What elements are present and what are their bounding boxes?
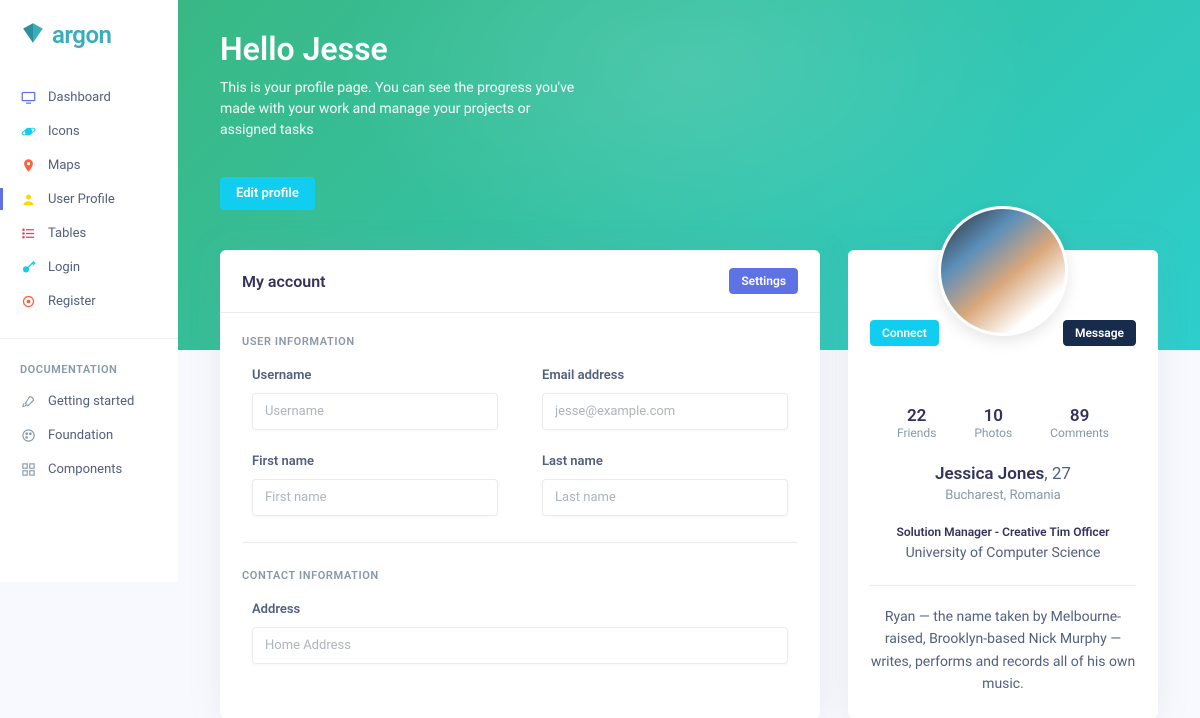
last-name-label: Last name xyxy=(542,454,788,469)
section-divider xyxy=(242,542,798,543)
stat-photos: 10 Photos xyxy=(974,406,1012,440)
sidebar-item-dashboard[interactable]: Dashboard xyxy=(0,80,178,114)
edit-profile-button[interactable]: Edit profile xyxy=(220,177,315,210)
stat-photos-label: Photos xyxy=(974,426,1012,440)
stat-friends: 22 Friends xyxy=(897,406,936,440)
nav-label: Register xyxy=(48,294,96,309)
planet-icon xyxy=(20,123,36,139)
user-info-heading: USER INFORMATION xyxy=(242,335,798,348)
last-name-input[interactable] xyxy=(542,479,788,516)
brand-logo[interactable]: argon xyxy=(0,20,178,80)
account-card-title: My account xyxy=(242,272,326,291)
profile-bio: Ryan — the name taken by Melbourne-raise… xyxy=(870,606,1136,696)
profile-location: Bucharest, Romania xyxy=(870,488,1136,503)
nav-label: Foundation xyxy=(48,428,113,443)
pin-icon xyxy=(20,157,36,173)
profile-name-text: Jessica Jones xyxy=(935,464,1044,484)
contact-info-heading: CONTACT INFORMATION xyxy=(242,569,798,582)
circle-icon xyxy=(20,293,36,309)
first-name-label: First name xyxy=(252,454,498,469)
profile-divider xyxy=(870,585,1136,586)
brand-name: argon xyxy=(52,21,111,49)
email-input[interactable] xyxy=(542,393,788,430)
nav-label: User Profile xyxy=(48,192,115,207)
user-icon xyxy=(20,191,36,207)
sidebar: argon Dashboard Icons Maps User Profile … xyxy=(0,0,178,582)
sidebar-item-maps[interactable]: Maps xyxy=(0,148,178,182)
rocket-icon xyxy=(20,393,36,409)
sidebar-item-register[interactable]: Register xyxy=(0,284,178,318)
key-icon xyxy=(20,259,36,275)
stat-friends-value: 22 xyxy=(897,406,936,426)
sidebar-item-icons[interactable]: Icons xyxy=(0,114,178,148)
account-card-header: My account Settings xyxy=(220,250,820,313)
connect-button[interactable]: Connect xyxy=(870,320,939,346)
sidebar-item-tables[interactable]: Tables xyxy=(0,216,178,250)
doc-heading: DOCUMENTATION xyxy=(0,338,178,384)
email-label: Email address xyxy=(542,368,788,383)
settings-button[interactable]: Settings xyxy=(729,268,798,294)
account-card: My account Settings USER INFORMATION Use… xyxy=(220,250,820,718)
page-subtitle: This is your profile page. You can see t… xyxy=(220,78,580,141)
profile-name: Jessica Jones, 27 xyxy=(870,464,1136,484)
profile-card: Connect Message 22 Friends 10 Photos 89 … xyxy=(848,250,1158,718)
avatar[interactable] xyxy=(938,206,1068,336)
stat-comments-value: 89 xyxy=(1050,406,1109,426)
address-input[interactable] xyxy=(252,627,788,664)
profile-education: University of Computer Science xyxy=(870,545,1136,561)
main-content: Hello Jesse This is your profile page. Y… xyxy=(178,0,1200,718)
stat-friends-label: Friends xyxy=(897,426,936,440)
message-button[interactable]: Message xyxy=(1063,320,1136,346)
stat-comments: 89 Comments xyxy=(1050,406,1109,440)
palette-icon xyxy=(20,427,36,443)
nav-label: Icons xyxy=(48,124,80,139)
username-label: Username xyxy=(252,368,498,383)
nav-label: Login xyxy=(48,260,80,275)
argon-logo-icon xyxy=(20,20,46,50)
sidebar-doc-foundation[interactable]: Foundation xyxy=(0,418,178,452)
nav-label: Tables xyxy=(48,226,86,241)
profile-stats: 22 Friends 10 Photos 89 Comments xyxy=(848,346,1158,464)
profile-age: 27 xyxy=(1052,464,1071,484)
profile-role: Solution Manager - Creative Tim Officer xyxy=(870,525,1136,539)
nav-label: Dashboard xyxy=(48,90,111,105)
first-name-input[interactable] xyxy=(252,479,498,516)
tv-icon xyxy=(20,89,36,105)
sidebar-doc-getting-started[interactable]: Getting started xyxy=(0,384,178,418)
nav-label: Maps xyxy=(48,158,80,173)
username-input[interactable] xyxy=(252,393,498,430)
page-title: Hello Jesse xyxy=(220,30,720,68)
stat-comments-label: Comments xyxy=(1050,426,1109,440)
nav-label: Getting started xyxy=(48,394,134,409)
sidebar-doc-components[interactable]: Components xyxy=(0,452,178,486)
nav-label: Components xyxy=(48,462,122,477)
grid-icon xyxy=(20,461,36,477)
sidebar-item-user-profile[interactable]: User Profile xyxy=(0,182,178,216)
sidebar-item-login[interactable]: Login xyxy=(0,250,178,284)
stat-photos-value: 10 xyxy=(974,406,1012,426)
address-label: Address xyxy=(252,602,788,617)
list-icon xyxy=(20,225,36,241)
